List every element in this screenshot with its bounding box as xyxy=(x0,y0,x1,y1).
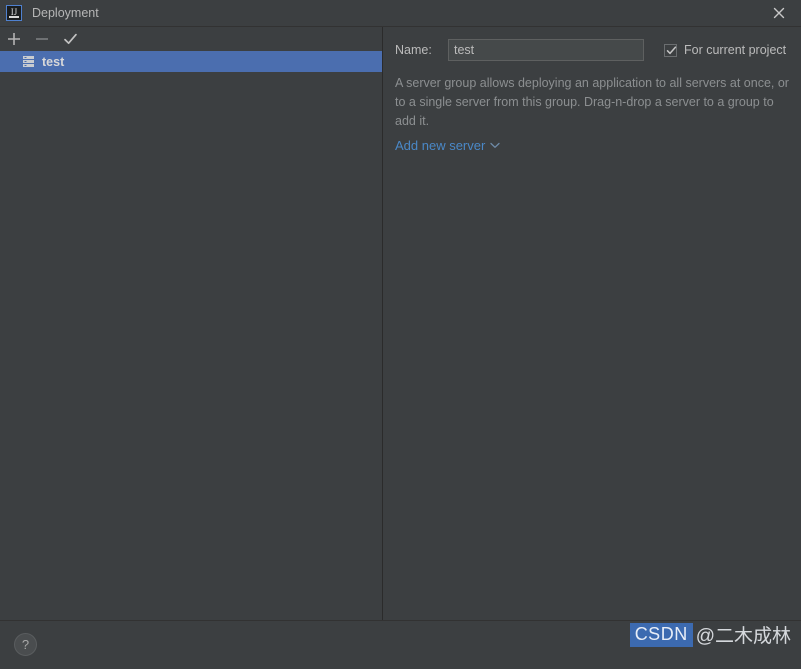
name-label: Name: xyxy=(395,43,432,57)
list-toolbar xyxy=(0,27,382,50)
deployment-list-panel: test xyxy=(0,27,383,620)
for-current-project-label: For current project xyxy=(684,43,787,57)
deployment-dialog: IJ Deployment test Name: test For curren… xyxy=(0,0,801,669)
dialog-body: test Name: For current project A serve xyxy=(0,26,801,621)
help-label: ? xyxy=(21,637,30,652)
chevron-down-icon xyxy=(490,142,500,148)
name-row: Name: For current project xyxy=(395,39,795,61)
help-icon[interactable]: ? xyxy=(14,633,37,656)
intellij-idea-icon: IJ xyxy=(6,5,22,21)
close-icon[interactable] xyxy=(769,3,789,23)
dialog-footer: ? xyxy=(0,621,801,669)
server-group-tree[interactable]: test xyxy=(0,50,382,620)
add-new-server-link[interactable]: Add new server xyxy=(395,138,500,153)
tree-item-test[interactable]: test xyxy=(0,51,382,72)
group-description-text: A server group allows deploying an appli… xyxy=(395,76,789,128)
server-group-icon xyxy=(23,56,34,67)
add-new-server-label: Add new server xyxy=(395,138,486,153)
title-bar: IJ Deployment xyxy=(0,0,801,26)
add-button[interactable] xyxy=(5,30,23,48)
window-title: Deployment xyxy=(32,6,99,20)
remove-button[interactable] xyxy=(33,30,51,48)
tree-item-label: test xyxy=(42,54,65,69)
for-current-project-checkbox[interactable]: For current project xyxy=(664,43,786,57)
name-input[interactable] xyxy=(448,39,644,61)
server-group-settings-panel: Name: For current project A server group… xyxy=(383,27,801,620)
apply-check-button[interactable] xyxy=(61,30,79,48)
checkbox-box xyxy=(664,43,677,57)
